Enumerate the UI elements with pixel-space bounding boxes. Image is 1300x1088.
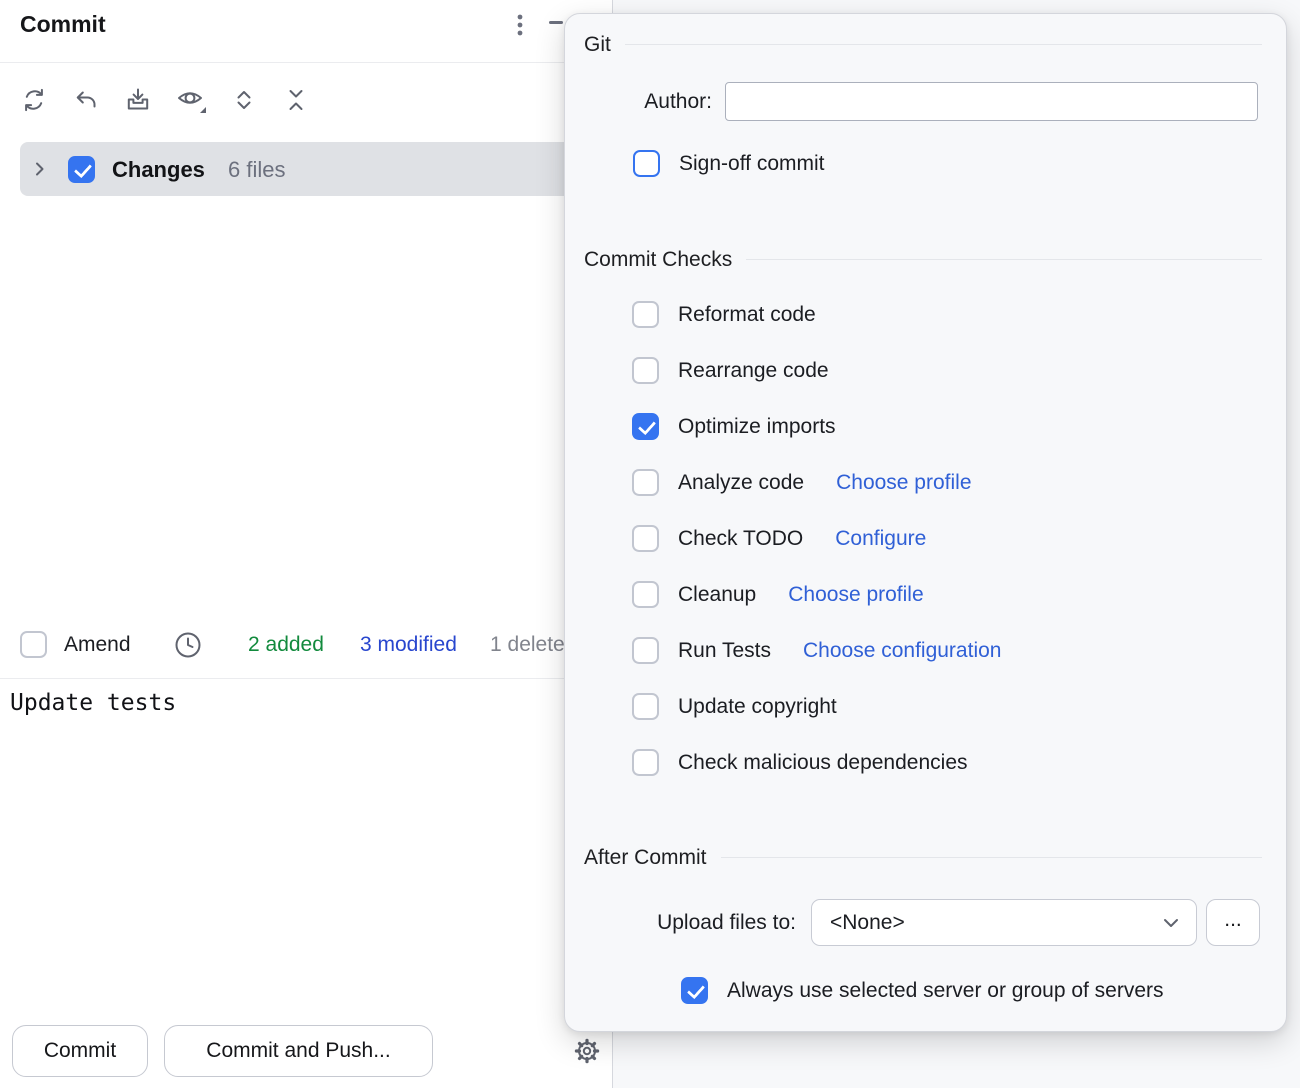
section-after-commit-title: After Commit bbox=[584, 846, 707, 870]
eye-icon bbox=[175, 84, 209, 116]
header-divider bbox=[0, 62, 613, 63]
commit-and-push-button[interactable]: Commit and Push... bbox=[164, 1025, 433, 1077]
browse-servers-button[interactable]: ... bbox=[1206, 899, 1260, 946]
gear-icon bbox=[573, 1037, 601, 1065]
changes-checkbox[interactable] bbox=[68, 156, 95, 183]
clock-icon bbox=[173, 630, 203, 660]
check-label[interactable]: Optimize imports bbox=[678, 413, 836, 440]
commit-history-button[interactable] bbox=[172, 629, 204, 661]
stat-added: 2 added bbox=[248, 631, 324, 658]
choose-profile-link[interactable]: Choose profile bbox=[836, 469, 971, 496]
upload-target-select[interactable]: <None> bbox=[811, 899, 1197, 946]
optimize-imports-checkbox[interactable] bbox=[632, 413, 659, 440]
section-git: Git bbox=[584, 31, 1262, 58]
update-copyright-checkbox[interactable] bbox=[632, 693, 659, 720]
section-rule bbox=[721, 857, 1262, 858]
commit-button[interactable]: Commit bbox=[12, 1025, 148, 1077]
section-git-title: Git bbox=[584, 33, 611, 57]
commit-tool-window: Commit bbox=[0, 0, 613, 1088]
changes-count: 6 files bbox=[228, 156, 285, 183]
check-row-check-malicious-dependencies: Check malicious dependencies bbox=[632, 749, 968, 776]
check-label[interactable]: Run Tests bbox=[678, 637, 771, 664]
author-label: Author: bbox=[565, 88, 712, 115]
refresh-icon bbox=[20, 86, 48, 114]
always-use-server-label[interactable]: Always use selected server or group of s… bbox=[727, 977, 1164, 1004]
commit-message-editor[interactable]: Update tests bbox=[10, 689, 570, 717]
section-rule bbox=[746, 259, 1262, 260]
signoff-label[interactable]: Sign-off commit bbox=[679, 150, 825, 177]
check-row-check-todo: Check TODO Configure bbox=[632, 525, 926, 552]
check-label[interactable]: Update copyright bbox=[678, 693, 837, 720]
check-todo-checkbox[interactable] bbox=[632, 525, 659, 552]
signoff-row: Sign-off commit bbox=[633, 150, 825, 177]
message-divider bbox=[0, 678, 613, 679]
check-row-run-tests: Run Tests Choose configuration bbox=[632, 637, 1001, 664]
changes-label: Changes bbox=[112, 156, 205, 183]
check-row-reformat-code: Reformat code bbox=[632, 301, 816, 328]
reformat-code-checkbox[interactable] bbox=[632, 301, 659, 328]
run-tests-checkbox[interactable] bbox=[632, 637, 659, 664]
stat-modified: 3 modified bbox=[360, 631, 457, 658]
always-use-server-checkbox[interactable] bbox=[681, 977, 708, 1004]
shelve-button[interactable] bbox=[122, 84, 154, 116]
expand-all-icon bbox=[230, 86, 258, 114]
check-row-cleanup: Cleanup Choose profile bbox=[632, 581, 924, 608]
rearrange-code-checkbox[interactable] bbox=[632, 357, 659, 384]
upload-files-label: Upload files to: bbox=[565, 909, 796, 936]
rollback-icon bbox=[72, 86, 100, 114]
check-row-analyze-code: Analyze code Choose profile bbox=[632, 469, 972, 496]
collapse-all-button[interactable] bbox=[280, 84, 312, 116]
kebab-menu-icon bbox=[506, 11, 534, 39]
rollback-button[interactable] bbox=[70, 84, 102, 116]
check-label[interactable]: Check malicious dependencies bbox=[678, 749, 968, 776]
cleanup-checkbox[interactable] bbox=[632, 581, 659, 608]
section-after-commit: After Commit bbox=[584, 844, 1262, 871]
analyze-code-checkbox[interactable] bbox=[632, 469, 659, 496]
refresh-button[interactable] bbox=[18, 84, 50, 116]
section-commit-checks: Commit Checks bbox=[584, 246, 1262, 273]
choose-profile-link[interactable]: Choose profile bbox=[788, 581, 923, 608]
more-options-button[interactable] bbox=[504, 9, 536, 41]
check-row-update-copyright: Update copyright bbox=[632, 693, 837, 720]
always-use-server-row: Always use selected server or group of s… bbox=[681, 977, 1164, 1004]
section-commit-checks-title: Commit Checks bbox=[584, 248, 732, 272]
signoff-checkbox[interactable] bbox=[633, 150, 660, 177]
hide-panel-icon[interactable] bbox=[549, 21, 563, 24]
configure-link[interactable]: Configure bbox=[835, 525, 926, 552]
author-input[interactable] bbox=[725, 82, 1258, 121]
amend-label[interactable]: Amend bbox=[64, 631, 131, 658]
upload-target-value: <None> bbox=[830, 911, 905, 935]
check-label[interactable]: Cleanup bbox=[678, 581, 756, 608]
commit-options-popup: Git Author: Sign-off commit Commit Check… bbox=[564, 13, 1287, 1032]
settings-button[interactable] bbox=[571, 1035, 603, 1067]
check-label[interactable]: Analyze code bbox=[678, 469, 804, 496]
expand-node-button[interactable] bbox=[24, 153, 56, 185]
check-row-rearrange-code: Rearrange code bbox=[632, 357, 829, 384]
choose-configuration-link[interactable]: Choose configuration bbox=[803, 637, 1001, 664]
section-rule bbox=[625, 44, 1262, 45]
check-row-optimize-imports: Optimize imports bbox=[632, 413, 836, 440]
ide-root: Commit bbox=[0, 0, 1300, 1088]
check-malicious-dependencies-checkbox[interactable] bbox=[632, 749, 659, 776]
collapse-all-icon bbox=[282, 86, 310, 114]
changes-tree-row[interactable]: Changes 6 files bbox=[20, 142, 613, 196]
amend-checkbox[interactable] bbox=[20, 631, 47, 658]
chevron-right-icon bbox=[26, 155, 54, 183]
check-label[interactable]: Rearrange code bbox=[678, 357, 829, 384]
expand-all-button[interactable] bbox=[228, 84, 260, 116]
check-label[interactable]: Reformat code bbox=[678, 301, 816, 328]
chevron-down-icon bbox=[1162, 917, 1180, 929]
check-label[interactable]: Check TODO bbox=[678, 525, 803, 552]
shelve-icon bbox=[124, 86, 152, 114]
preview-button[interactable] bbox=[174, 84, 210, 116]
panel-title: Commit bbox=[20, 11, 106, 38]
